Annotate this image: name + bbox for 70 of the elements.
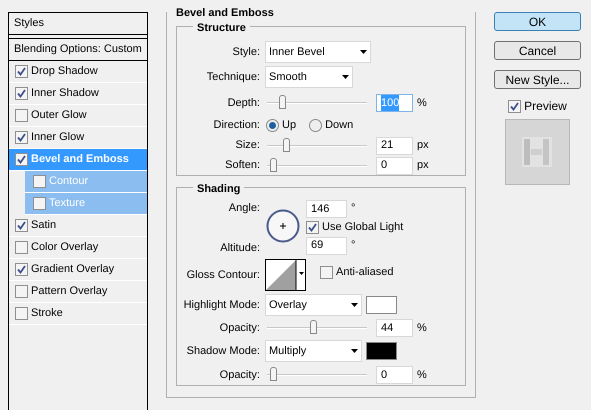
number-field[interactable]: 0 [376, 156, 413, 174]
checkbox[interactable] [33, 197, 46, 210]
field-label: Opacity: [218, 320, 261, 336]
field-label: Depth: [226, 96, 261, 111]
field-label: Shadow Mode: [186, 344, 261, 359]
checkbox[interactable] [15, 131, 28, 144]
dropdown[interactable]: Overlay [265, 294, 362, 316]
field-label: Direction: [212, 118, 261, 133]
slider-thumb[interactable] [282, 138, 290, 152]
number-field[interactable]: 0 [376, 366, 413, 384]
dropdown[interactable]: Multiply [265, 340, 362, 362]
checkbox[interactable] [15, 285, 28, 298]
field-label: Highlight Mode: [183, 298, 261, 313]
slider-thumb[interactable] [270, 158, 277, 172]
checkbox[interactable] [15, 241, 28, 254]
unit-label: ° [351, 201, 356, 216]
slider-thumb[interactable] [310, 320, 317, 334]
angle-dial[interactable] [266, 209, 300, 243]
dialog-button[interactable]: New Style... [494, 70, 581, 89]
field-label: Technique: [206, 70, 261, 85]
checkbox[interactable] [306, 220, 319, 234]
unit-label: % [417, 368, 427, 383]
checkbox-label: Anti-aliased [336, 264, 394, 280]
radio-label: Up [282, 118, 296, 133]
checkbox[interactable] [508, 100, 522, 112]
color-swatch[interactable] [366, 296, 397, 314]
number-field[interactable]: 146 [306, 200, 347, 218]
radio-button[interactable] [266, 118, 279, 132]
checkbox-label: Use Global Light [322, 220, 404, 235]
dropdown[interactable]: Inner Bevel [265, 41, 371, 63]
checkbox[interactable] [15, 263, 28, 276]
checkbox[interactable] [320, 266, 333, 278]
unit-label: px [417, 158, 429, 174]
unit-label: % [417, 96, 427, 111]
color-swatch[interactable] [366, 342, 397, 360]
caret-icon [342, 75, 349, 79]
checkbox[interactable] [33, 175, 46, 188]
dialog-button[interactable]: Cancel [494, 41, 581, 60]
field-label: Soften: [224, 158, 261, 174]
number-field[interactable]: 44 [376, 319, 413, 337]
field-label: Opacity: [218, 368, 261, 383]
checkbox[interactable] [15, 87, 28, 100]
caret-icon [360, 50, 367, 54]
contour-picker[interactable] [265, 259, 306, 291]
checkbox[interactable] [15, 307, 28, 320]
field-label: Angle: [228, 201, 261, 216]
style-preview [505, 119, 570, 185]
checkbox[interactable] [15, 109, 28, 122]
checkbox[interactable] [15, 65, 28, 78]
panel-title: Styles [9, 13, 147, 35]
slider-thumb[interactable] [270, 367, 277, 381]
checkbox-label: Preview [524, 98, 567, 115]
field-label: Altitude: [219, 240, 261, 256]
radio-button[interactable] [309, 118, 322, 132]
field-label: Gloss Contour: [186, 268, 261, 283]
checkbox[interactable] [15, 219, 28, 232]
unit-label: % [417, 320, 427, 336]
number-field[interactable]: 69 [306, 236, 347, 254]
field-label: Size: [234, 138, 261, 154]
unit-label: ° [351, 238, 356, 252]
dialog-button[interactable]: OK [494, 12, 581, 31]
caret-icon [351, 349, 358, 353]
field-label: Style: [231, 44, 261, 60]
caret-icon [351, 303, 358, 307]
checkbox[interactable] [15, 153, 28, 166]
unit-label: px [417, 138, 429, 154]
slider-thumb[interactable] [279, 95, 286, 109]
number-field[interactable]: 21 [376, 136, 413, 154]
radio-label: Down [325, 118, 354, 133]
dropdown[interactable]: Smooth [265, 66, 353, 88]
